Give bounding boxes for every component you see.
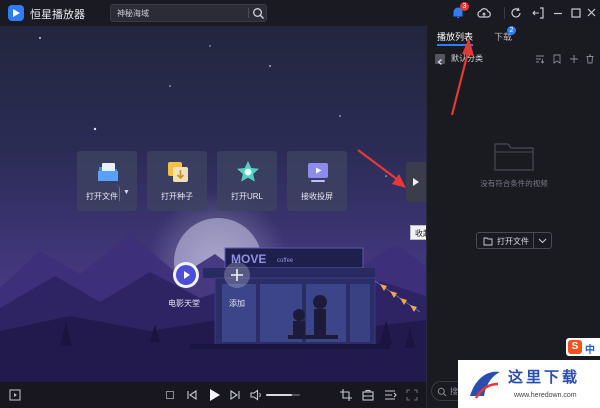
- category-label[interactable]: 默认分类: [451, 53, 483, 64]
- category-collapse-icon[interactable]: [435, 54, 445, 65]
- panel-open-file-divider: [533, 233, 534, 248]
- mini-mode-icon[interactable]: [530, 5, 546, 21]
- fullscreen-icon[interactable]: [404, 387, 420, 403]
- collapse-panel-tab[interactable]: [406, 162, 426, 202]
- subtitle-icon[interactable]: [382, 387, 398, 403]
- title-bar: 恒星播放器 ⌄ 3: [0, 0, 600, 26]
- screen-cast-label: 接收投屏: [301, 192, 333, 201]
- titlebar-divider: [504, 7, 505, 19]
- search-input[interactable]: [117, 5, 245, 21]
- open-torrent-label: 打开种子: [161, 192, 193, 201]
- play-icon: [176, 265, 196, 285]
- next-icon[interactable]: [227, 387, 243, 403]
- app-menu-chevron-icon[interactable]: ⌄: [74, 5, 82, 16]
- torrent-icon: [168, 162, 188, 182]
- notification-icon[interactable]: 3: [450, 2, 469, 21]
- open-file-quick-button[interactable]: 打开文件 ▼: [77, 151, 137, 211]
- play-icon[interactable]: [204, 385, 224, 405]
- maximize-icon[interactable]: [568, 5, 584, 21]
- refresh-icon[interactable]: [508, 5, 524, 21]
- screenshot-icon[interactable]: [338, 387, 354, 403]
- movie-heaven-shortcut-label: 电影天堂: [168, 299, 200, 308]
- panel-open-file-label: 打开文件: [497, 237, 529, 246]
- search-icon: [437, 387, 447, 397]
- folder-icon: [483, 237, 493, 246]
- app-logo-icon: [8, 5, 24, 21]
- add-shortcut-button[interactable]: [224, 262, 250, 288]
- watermark-logo-icon: [470, 371, 500, 399]
- volume-slider-fill: [266, 394, 292, 396]
- open-file-icon: [98, 163, 118, 181]
- add-icon[interactable]: [569, 54, 579, 64]
- site-watermark: 这里下载 www.heredown.com: [458, 360, 600, 408]
- open-url-label: 打开URL: [230, 192, 263, 201]
- screen-cast-icon: [308, 163, 328, 182]
- chevron-down-icon[interactable]: [538, 238, 547, 244]
- background-illustration: MOVE coffee: [0, 37, 426, 382]
- empty-folder-icon: [494, 143, 534, 171]
- panel-tab-bar: 播放列表 下载 2: [427, 26, 600, 48]
- toolbox-icon[interactable]: [360, 387, 376, 403]
- add-shortcut-label: 添加: [229, 299, 245, 308]
- playlist-toggle-icon[interactable]: [7, 387, 23, 403]
- screen-cast-quick-button[interactable]: 接收投屏: [287, 151, 347, 211]
- movie-heaven-shortcut-button[interactable]: [173, 262, 199, 288]
- minimize-icon[interactable]: [550, 5, 566, 21]
- previous-icon[interactable]: [184, 387, 200, 403]
- play-arrow-icon: [413, 178, 419, 186]
- active-tab-indicator: [437, 44, 473, 46]
- sogou-input-indicator[interactable]: S 中: [566, 338, 600, 356]
- search-icon[interactable]: [252, 7, 265, 20]
- open-url-quick-button[interactable]: 打开URL: [217, 151, 277, 211]
- notification-badge: 3: [460, 2, 469, 11]
- volume-slider[interactable]: [266, 394, 300, 396]
- stop-icon[interactable]: [162, 387, 178, 403]
- url-icon: [237, 161, 259, 182]
- mark-icon[interactable]: [552, 54, 562, 64]
- playback-control-bar: [0, 382, 426, 408]
- open-file-divider: [119, 187, 120, 201]
- plus-icon: [231, 269, 243, 281]
- sort-icon[interactable]: [535, 54, 545, 64]
- cafe-sign-subtext: coffee: [277, 258, 294, 264]
- empty-list-message: 没有符合条件的视频: [480, 179, 548, 188]
- open-file-dropdown-chevron-icon[interactable]: ▼: [123, 189, 130, 196]
- panel-open-file-button[interactable]: 打开文件: [476, 232, 552, 249]
- volume-icon[interactable]: [248, 387, 264, 403]
- cloud-upload-icon[interactable]: [476, 5, 492, 21]
- search-box: [110, 4, 267, 22]
- watermark-title: 这里下载: [508, 368, 581, 386]
- delete-icon[interactable]: [585, 54, 595, 64]
- sogou-icon: S: [568, 340, 582, 354]
- download-count-badge: 2: [507, 26, 516, 35]
- category-row: 默认分类: [427, 52, 600, 68]
- open-torrent-quick-button[interactable]: 打开种子: [147, 151, 207, 211]
- tab-playlist[interactable]: 播放列表: [437, 30, 473, 43]
- sogou-mode-label: 中: [585, 345, 595, 356]
- watermark-url: www.heredown.com: [514, 392, 577, 399]
- search-divider: [248, 8, 249, 18]
- close-icon[interactable]: [584, 5, 600, 21]
- player-area[interactable]: MOVE coffee 打开文件 ▼ 打开种子 打开URL 接收投屏 电影天堂 …: [0, 26, 426, 382]
